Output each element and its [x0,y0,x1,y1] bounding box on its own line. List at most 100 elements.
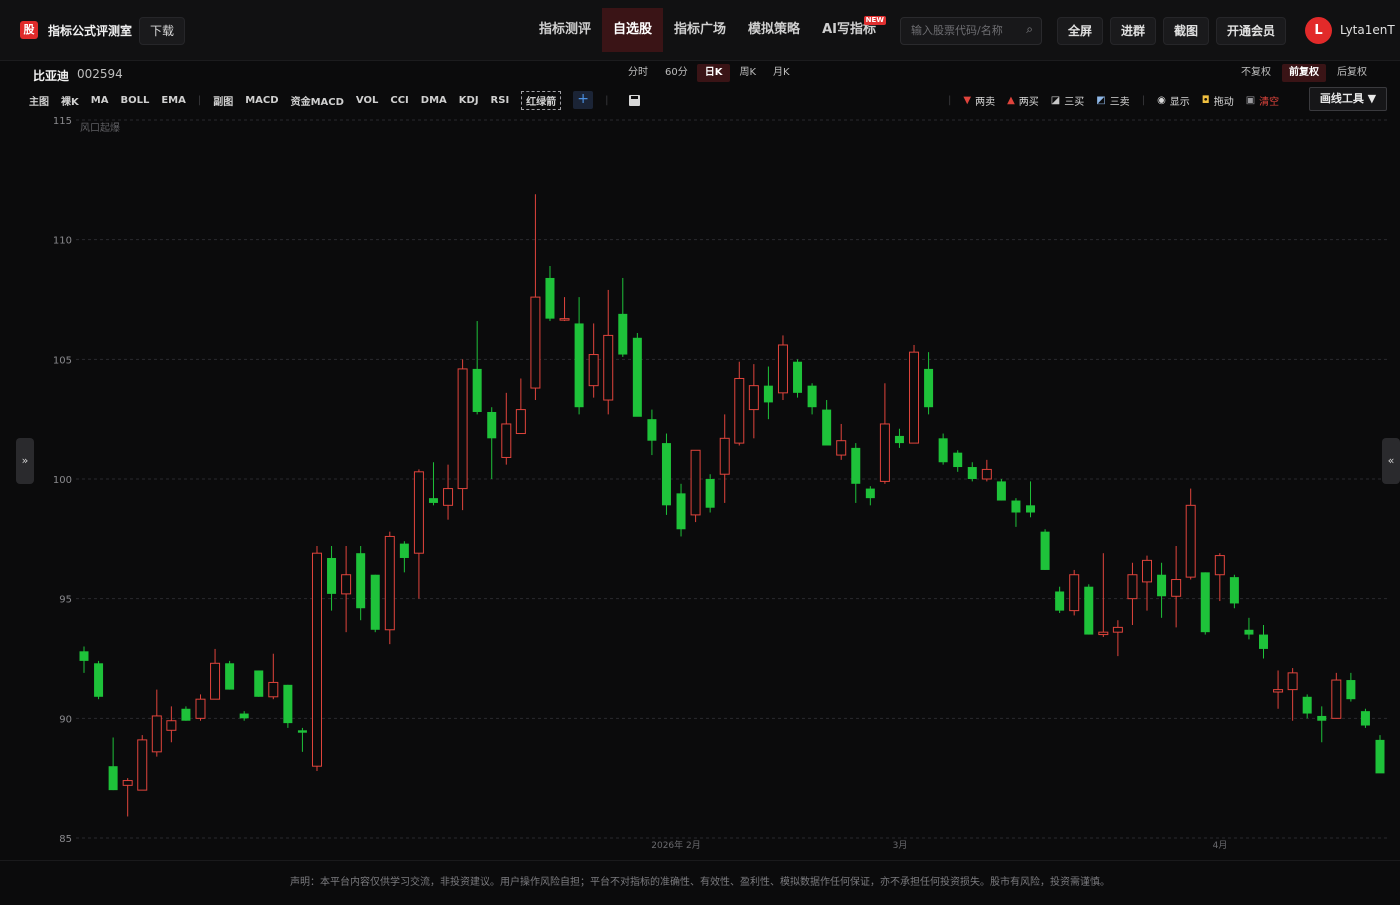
candle[interactable] [1084,584,1094,635]
candle[interactable] [530,194,541,401]
candle-body [879,423,890,482]
candle[interactable] [443,464,454,520]
candle[interactable] [1127,562,1138,625]
candle[interactable] [501,392,512,465]
candle[interactable] [195,694,206,721]
candle[interactable] [1171,546,1182,628]
candle[interactable] [865,486,875,506]
candle[interactable] [151,689,162,757]
candle[interactable] [1098,553,1109,637]
candle[interactable] [618,277,628,357]
candle[interactable] [1317,706,1327,743]
candle[interactable] [924,352,934,415]
candle[interactable] [341,546,352,633]
candle[interactable] [79,646,89,673]
candle[interactable] [457,359,468,511]
candle[interactable] [574,297,584,415]
candle[interactable] [472,321,482,415]
candle[interactable] [777,335,788,401]
x-axis-ticks: 2026年 2月 3月 4月 [651,839,1227,851]
candle[interactable] [254,670,264,697]
candle[interactable] [137,735,148,791]
candle[interactable] [297,727,307,752]
candle[interactable] [210,648,221,700]
candle[interactable] [822,400,832,446]
candle[interactable] [181,706,191,721]
candle[interactable] [967,462,977,482]
candle[interactable] [1214,553,1225,602]
candle[interactable] [545,265,555,322]
candle[interactable] [938,433,948,465]
candle[interactable] [763,366,773,420]
candle-body [1157,574,1167,597]
candle[interactable] [647,409,657,456]
candle[interactable] [1331,672,1342,719]
candle[interactable] [166,706,177,743]
candle[interactable] [909,344,920,444]
candle[interactable] [632,333,642,417]
candle[interactable] [1259,624,1269,659]
candle[interactable] [1142,555,1153,611]
candle[interactable] [94,660,104,700]
candle[interactable] [1360,708,1370,728]
candle[interactable] [588,323,599,398]
candle[interactable] [836,423,847,460]
candle[interactable] [879,383,890,484]
candle[interactable] [1185,488,1196,580]
candle[interactable] [1040,529,1050,570]
candle[interactable] [851,443,861,503]
candle[interactable] [1011,498,1021,527]
candle[interactable] [122,778,133,817]
candle[interactable] [559,297,570,322]
candle[interactable] [690,449,701,523]
expand-right-panel-icon[interactable]: « [1382,438,1400,484]
candle[interactable] [661,433,671,515]
candle[interactable] [1346,672,1356,702]
candle[interactable] [1026,481,1036,518]
candle[interactable] [268,653,279,700]
candle[interactable] [1229,574,1239,609]
candle[interactable] [953,450,963,472]
candle[interactable] [428,462,438,506]
candle[interactable] [748,364,759,439]
candle[interactable] [239,711,249,721]
candle[interactable] [1200,572,1210,635]
candle[interactable] [793,359,803,398]
candle[interactable] [356,546,366,621]
candle-body [254,670,264,697]
candle[interactable] [1302,694,1312,719]
candle[interactable] [1273,670,1284,709]
candle[interactable] [603,289,614,415]
candle[interactable] [1287,668,1298,721]
candlestick-chart[interactable]: 85 90 95 100 105 110 115 2026年 2月 3月 4月 风口起爆 [0,0,1400,900]
candle[interactable] [1157,562,1167,618]
candle[interactable] [413,469,424,599]
candle-body [399,543,409,558]
candle[interactable] [719,414,730,503]
candle[interactable] [108,737,118,791]
candle[interactable] [996,479,1006,501]
candle[interactable] [894,428,904,448]
candle[interactable] [676,483,686,537]
candle[interactable] [384,531,395,645]
candle[interactable] [1112,620,1123,657]
candle[interactable] [311,546,322,771]
expand-left-panel-icon[interactable]: » [16,438,34,484]
candle[interactable] [327,546,337,611]
candle[interactable] [399,541,409,573]
candle[interactable] [1244,617,1254,640]
grid-lines [76,119,1388,839]
x-tick-label: 2026年 2月 [651,839,701,851]
candle[interactable] [283,684,293,728]
candle[interactable] [1375,735,1385,774]
candle[interactable] [734,361,745,446]
candle[interactable] [705,474,715,513]
candle[interactable] [1055,586,1065,614]
candle[interactable] [370,574,380,633]
candle[interactable] [1069,569,1080,616]
candle[interactable] [225,660,235,690]
candle[interactable] [981,459,992,482]
candle[interactable] [487,407,497,479]
candle[interactable] [807,383,817,415]
candle[interactable] [515,378,526,435]
